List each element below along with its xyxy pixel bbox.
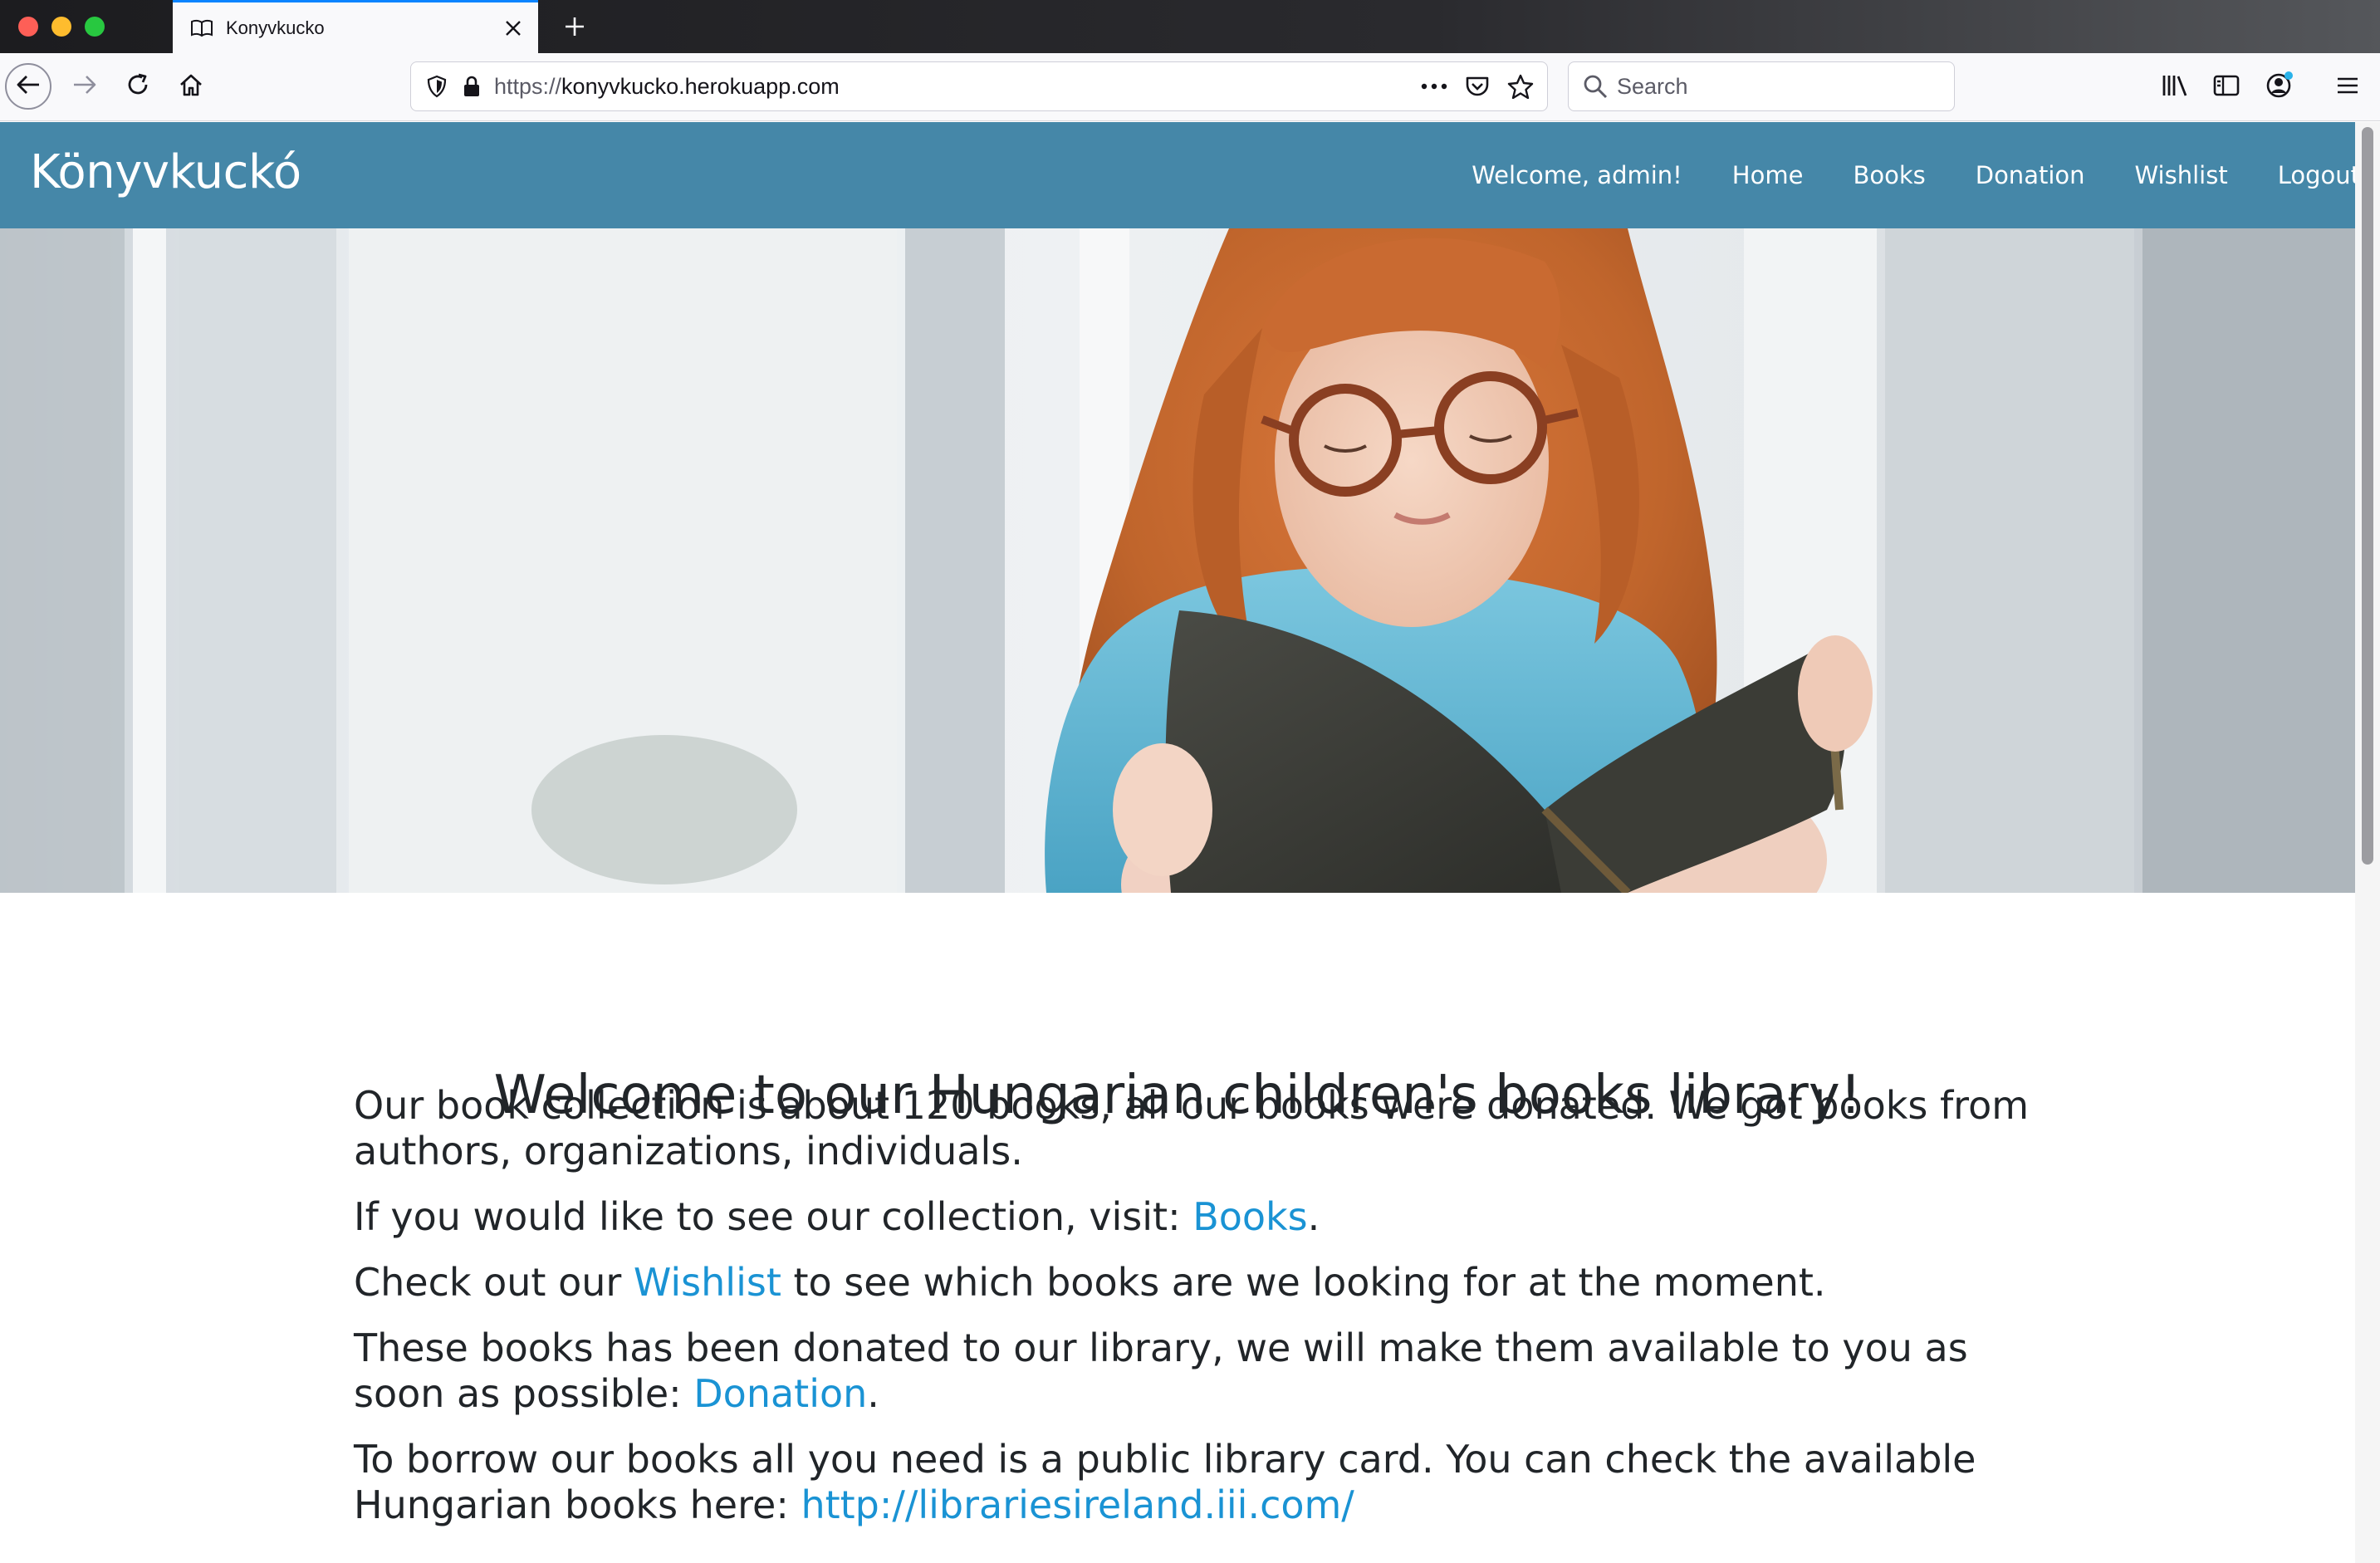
- intro-paragraph-5: To borrow our books all you need is a pu…: [354, 1437, 2048, 1528]
- menu-button[interactable]: [2327, 66, 2368, 108]
- intro-paragraph-2: If you would like to see our collection,…: [354, 1194, 2048, 1240]
- intro-text-2-end: .: [1307, 1194, 1320, 1239]
- nav-books-link[interactable]: Books: [1853, 161, 1925, 189]
- intro-paragraph-1: Our book collection is about 120 books, …: [354, 1083, 2030, 1173]
- close-icon[interactable]: [497, 12, 530, 45]
- brand-link[interactable]: Könyvkuckó: [30, 145, 301, 199]
- arrow-left-icon: [16, 74, 41, 99]
- browser-toolbar: https://konyvkucko.herokuapp.com Search: [0, 53, 2380, 121]
- sidebar-button[interactable]: [2206, 66, 2247, 108]
- reload-icon: [125, 72, 150, 100]
- wishlist-link[interactable]: Wishlist: [634, 1260, 781, 1305]
- site-navbar: Könyvkuckó Welcome, admin! Home Books Do…: [0, 122, 2360, 228]
- intro-text-4: These books has been donated to our libr…: [354, 1325, 1968, 1416]
- nav-donation-link[interactable]: Donation: [1976, 161, 2085, 189]
- star-icon[interactable]: [1499, 65, 1542, 108]
- page-scrollbar[interactable]: [2355, 122, 2380, 1563]
- hero-image: [0, 228, 2355, 893]
- window-maximize-button[interactable]: [85, 17, 105, 37]
- url-host: konyvkucko.herokuapp.com: [561, 73, 840, 99]
- url-text[interactable]: https://konyvkucko.herokuapp.com: [494, 74, 1413, 100]
- library-icon: [2161, 73, 2189, 101]
- hamburger-icon: [2336, 76, 2359, 99]
- pocket-icon[interactable]: [1456, 65, 1499, 108]
- sidebar-icon: [2213, 74, 2240, 100]
- home-icon: [179, 72, 203, 100]
- shield-icon[interactable]: [423, 72, 451, 100]
- home-button[interactable]: [168, 63, 214, 110]
- nav-logout-link[interactable]: Logout: [2278, 161, 2360, 189]
- back-button[interactable]: [5, 63, 51, 110]
- books-link[interactable]: Books: [1192, 1194, 1307, 1239]
- arrow-right-icon: [72, 74, 97, 99]
- intro-text-4-end: .: [867, 1371, 879, 1416]
- url-bar[interactable]: https://konyvkucko.herokuapp.com: [410, 61, 1548, 111]
- nav-wishlist-link[interactable]: Wishlist: [2135, 161, 2228, 189]
- page-viewport: Könyvkuckó Welcome, admin! Home Books Do…: [0, 122, 2380, 1563]
- intro-text: Our book collection is about 120 books, …: [354, 1083, 2048, 1548]
- intro-paragraph-4: These books has been donated to our libr…: [354, 1325, 2048, 1417]
- search-input[interactable]: Search: [1617, 74, 1688, 100]
- intro-text-2: If you would like to see our collection,…: [354, 1194, 1193, 1239]
- lock-icon[interactable]: [459, 72, 484, 100]
- library-button[interactable]: [2154, 66, 2196, 108]
- intro-paragraph-3: Check out our Wishlist to see which book…: [354, 1260, 2048, 1306]
- nav-welcome-user[interactable]: Welcome, admin!: [1472, 161, 1682, 189]
- url-scheme: https://: [494, 73, 562, 99]
- account-button[interactable]: [2259, 66, 2300, 108]
- browser-tab[interactable]: Konyvkucko: [173, 0, 538, 53]
- window-minimize-button[interactable]: [51, 17, 71, 37]
- reload-button[interactable]: [115, 63, 161, 110]
- window-close-button[interactable]: [18, 17, 38, 37]
- intro-text-3-end: to see which books are we looking for at…: [781, 1260, 1826, 1305]
- nav-home-link[interactable]: Home: [1732, 161, 1804, 189]
- search-icon: [1580, 71, 1610, 101]
- scrollbar-thumb[interactable]: [2362, 127, 2373, 865]
- forward-button[interactable]: [61, 63, 108, 110]
- book-icon: [189, 16, 214, 41]
- libraries-ireland-link[interactable]: http://librariesireland.iii.com/: [801, 1482, 1354, 1527]
- intro-text-3: Check out our: [354, 1260, 634, 1305]
- browser-tab-bar: Konyvkucko: [0, 0, 2380, 53]
- account-icon: [2265, 71, 2294, 104]
- tab-title: Konyvkucko: [226, 17, 325, 38]
- ellipsis-icon[interactable]: [1413, 65, 1456, 108]
- new-tab-button[interactable]: [555, 7, 595, 47]
- nav-links: Welcome, admin! Home Books Donation Wish…: [1472, 122, 2360, 228]
- search-bar[interactable]: Search: [1568, 61, 1955, 111]
- donation-link[interactable]: Donation: [693, 1371, 867, 1416]
